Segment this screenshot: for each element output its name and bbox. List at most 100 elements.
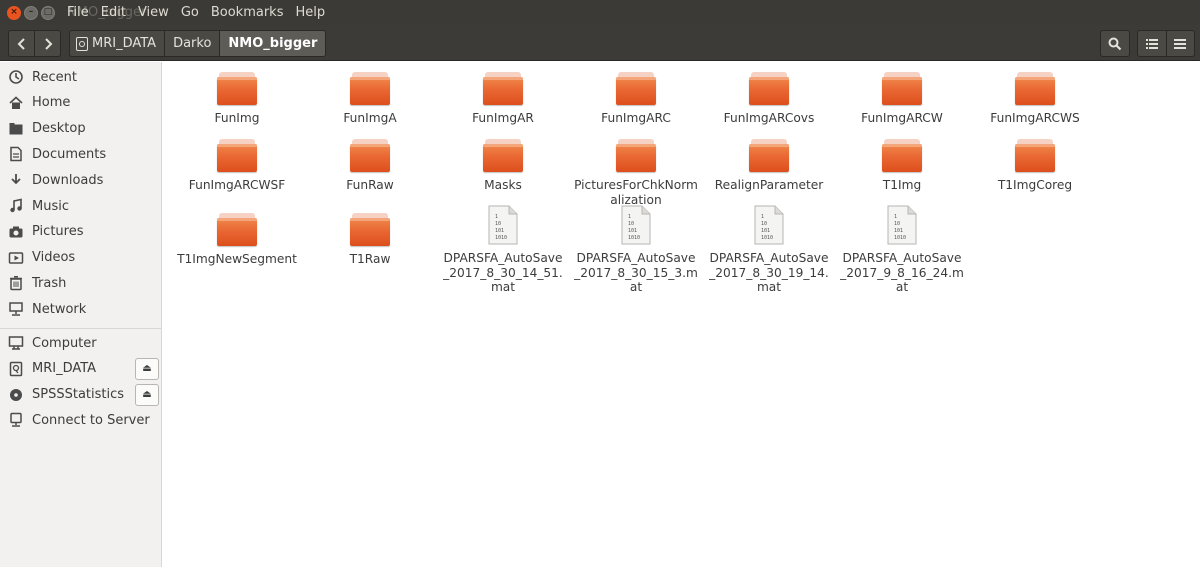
- svg-text:10: 10: [495, 221, 501, 227]
- folder-item[interactable]: FunImgARCW: [842, 72, 962, 126]
- sidebar-item-label: Trash: [32, 275, 67, 291]
- folder-item[interactable]: FunRaw: [310, 139, 430, 193]
- disc-icon: [8, 387, 24, 403]
- folder-item[interactable]: FunImgAR: [443, 72, 563, 126]
- forward-button[interactable]: [34, 31, 60, 56]
- binary-file-icon: 1 10 101 1010: [620, 205, 652, 245]
- file-name: FunImg: [214, 111, 260, 125]
- search-button[interactable]: [1100, 30, 1130, 57]
- desktop-folder-icon: [8, 121, 24, 137]
- computer-icon: [8, 335, 24, 351]
- file-name: PicturesForChkNormalization: [574, 178, 698, 207]
- navigation-buttons: [8, 30, 61, 57]
- sidebar-item-music[interactable]: Music: [0, 194, 161, 218]
- folder-item[interactable]: Masks: [443, 139, 563, 193]
- search-icon: [1108, 37, 1122, 50]
- folder-body: [882, 77, 922, 105]
- menu-item-help[interactable]: Help: [295, 5, 325, 20]
- breadcrumb-item-darko[interactable]: Darko: [165, 31, 221, 56]
- download-icon: [8, 172, 24, 188]
- eject-button[interactable]: ⏏: [135, 383, 159, 406]
- sidebar-item-pictures[interactable]: Pictures: [0, 220, 161, 244]
- file-name: T1ImgNewSegment: [177, 252, 297, 266]
- sidebar-item-network[interactable]: Network: [0, 297, 161, 321]
- folder-body: [483, 77, 523, 105]
- sidebar-item-documents[interactable]: Documents: [0, 142, 161, 166]
- folder-item[interactable]: RealignParameter: [709, 139, 829, 193]
- menu-bar: × – □ NMO_bigger File Edit View Go Bookmarks…: [0, 0, 1200, 25]
- folder-item[interactable]: T1Raw: [310, 213, 430, 267]
- folder-item[interactable]: T1ImgNewSegment: [177, 213, 297, 267]
- folder-item[interactable]: FunImgARCovs: [709, 72, 829, 126]
- folder-body: [1015, 144, 1055, 172]
- sidebar-item-connect-to-server[interactable]: Connect to Server: [0, 408, 161, 432]
- close-window-icon[interactable]: ×: [7, 5, 21, 20]
- sidebar-item-recent[interactable]: Recent: [0, 65, 161, 89]
- menu-item-edit[interactable]: Edit: [101, 5, 126, 20]
- chevron-left-icon: [17, 37, 25, 50]
- sidebar-item-videos[interactable]: Videos: [0, 246, 161, 270]
- menu-item-bookmarks[interactable]: Bookmarks: [211, 5, 284, 20]
- svg-text:101: 101: [628, 228, 637, 234]
- hamburger-menu-icon: [1174, 38, 1187, 49]
- folder-body: [749, 144, 789, 172]
- file-name: T1Raw: [349, 252, 391, 266]
- menu-item-view[interactable]: View: [138, 5, 169, 20]
- breadcrumb-item-nmo_bigger[interactable]: NMO_bigger: [220, 31, 326, 56]
- folder-body: [217, 218, 257, 246]
- file-name: DPARSFA_AutoSave_2017_9_8_16_24.mat: [840, 251, 964, 294]
- menu-button[interactable]: [1165, 31, 1195, 56]
- folder-icon: [1015, 72, 1055, 105]
- menu-item-file[interactable]: File: [67, 5, 89, 20]
- file-item[interactable]: 1 10 101 1010 DPARSFA_AutoSave_2017_9_8_16_2…: [840, 205, 964, 295]
- svg-text:1010: 1010: [495, 235, 507, 241]
- folder-item[interactable]: FunImgARC: [576, 72, 696, 126]
- sidebar-item-downloads[interactable]: Downloads: [0, 168, 161, 192]
- file-name: DPARSFA_AutoSave_2017_8_30_14_51.mat: [443, 251, 563, 294]
- folder-item[interactable]: T1ImgCoreg: [975, 139, 1095, 193]
- minimize-window-icon[interactable]: –: [24, 5, 38, 20]
- folder-body: [616, 77, 656, 105]
- svg-text:10: 10: [761, 221, 767, 227]
- back-button[interactable]: [9, 31, 34, 56]
- trash-icon: [8, 275, 24, 291]
- sidebar-item-home[interactable]: Home: [0, 91, 161, 115]
- folder-item[interactable]: FunImgARCWSF: [177, 139, 297, 193]
- breadcrumb-label: NMO_bigger: [228, 36, 318, 51]
- breadcrumb-label: Darko: [173, 36, 212, 51]
- sidebar-item-label: SPSSStatistics: [32, 387, 125, 403]
- list-view-button[interactable]: [1138, 31, 1166, 56]
- folder-body: [217, 77, 257, 105]
- folder-item[interactable]: T1Img: [842, 139, 962, 193]
- folder-icon: [749, 139, 789, 172]
- sidebar-item-label: Documents: [32, 146, 107, 162]
- sidebar-item-label: Home: [32, 95, 71, 111]
- folder-item[interactable]: FunImgA: [310, 72, 430, 126]
- folder-item[interactable]: PicturesForChkNormalization: [574, 139, 698, 207]
- svg-text:101: 101: [761, 228, 770, 234]
- menu-items: File Edit View Go Bookmarks Help: [67, 5, 325, 20]
- sidebar-item-trash[interactable]: Trash: [0, 271, 161, 295]
- breadcrumb: MRI_DATA Darko NMO_bigger: [69, 30, 327, 57]
- svg-text:1: 1: [628, 214, 631, 220]
- sidebar-item-desktop[interactable]: Desktop: [0, 117, 161, 141]
- file-item[interactable]: 1 10 101 1010 DPARSFA_AutoSave_2017_8_30_19_…: [709, 205, 829, 295]
- file-item[interactable]: 1 10 101 1010 DPARSFA_AutoSave_2017_8_30_14_…: [443, 205, 563, 295]
- eject-button[interactable]: ⏏: [135, 357, 159, 380]
- network-icon: [8, 301, 24, 317]
- maximize-window-icon[interactable]: □: [41, 5, 55, 20]
- clock-icon: [8, 69, 24, 85]
- folder-item[interactable]: FunImgARCWS: [975, 72, 1095, 126]
- file-item[interactable]: 1 10 101 1010 DPARSFA_AutoSave_2017_8_30_15_…: [574, 205, 698, 295]
- folder-icon: [483, 72, 523, 105]
- folder-icon: [882, 139, 922, 172]
- sidebar-item-computer[interactable]: Computer: [0, 331, 161, 355]
- folder-item[interactable]: FunImg: [177, 72, 297, 126]
- home-icon: [8, 95, 24, 111]
- menu-item-go[interactable]: Go: [181, 5, 199, 20]
- file-grid: FunImg FunImgA FunImgAR FunImgARC FunImgARCo…: [162, 62, 1200, 567]
- breadcrumb-item-mri_data[interactable]: MRI_DATA: [70, 31, 166, 56]
- folder-icon: [749, 72, 789, 105]
- sidebar-item-label: Videos: [32, 250, 76, 266]
- sidebar-item-label: Connect to Server: [32, 412, 150, 428]
